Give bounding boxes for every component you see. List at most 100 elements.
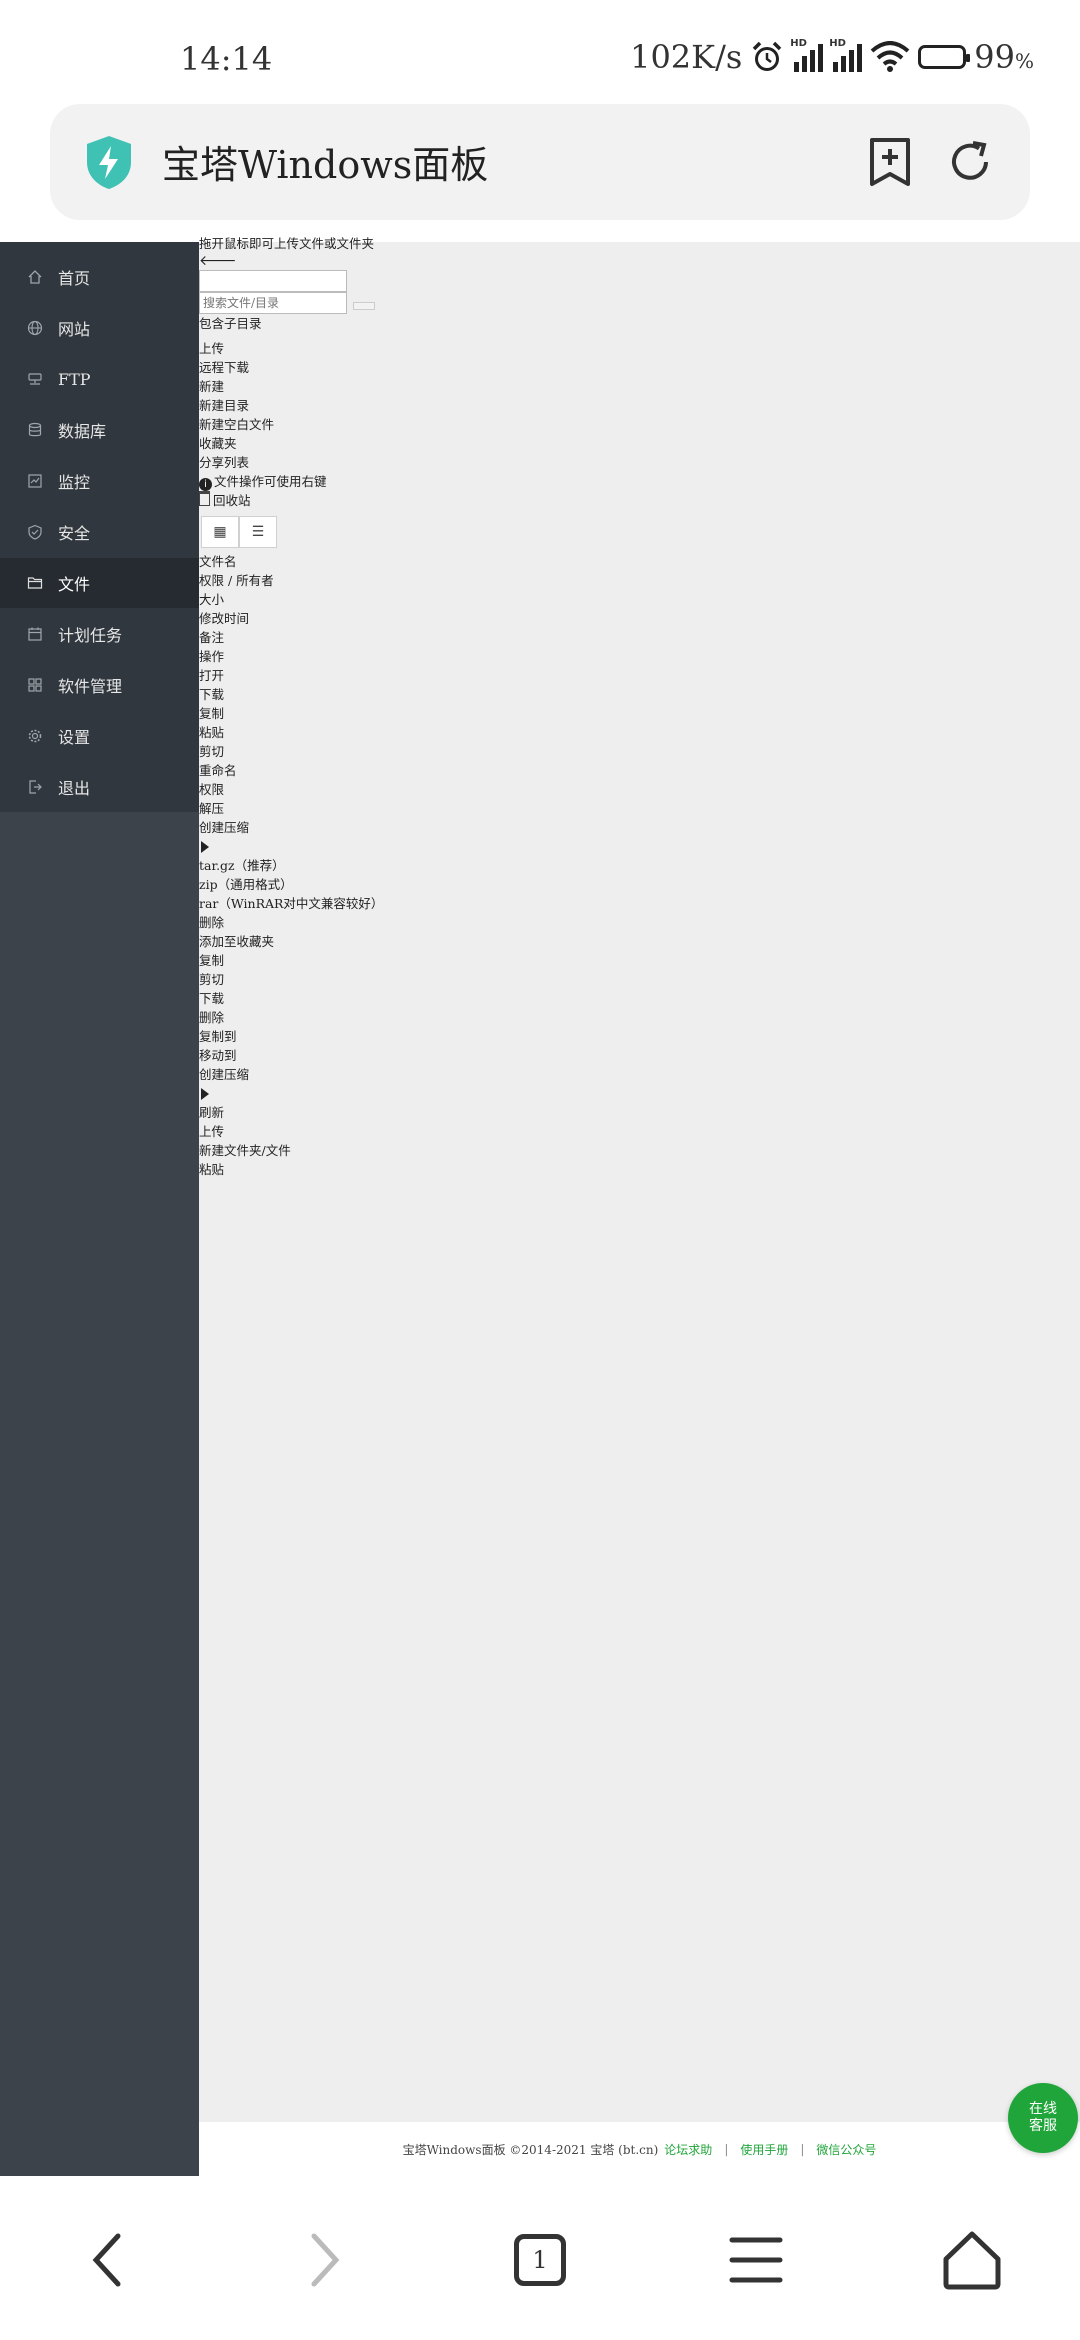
new-dir-item[interactable]: 新建目录 <box>199 396 383 415</box>
home-icon <box>26 268 44 286</box>
manual-link[interactable]: 使用手册 <box>740 2141 788 2158</box>
sidebar-item-database[interactable]: 数据库 <box>0 405 199 455</box>
sidebar-item-monitor[interactable]: 监控 <box>0 456 199 506</box>
sidebar-item-files[interactable]: 文件 <box>0 558 199 608</box>
caret-right-icon[interactable] <box>201 1088 209 1100</box>
menu-item[interactable]: 下载 <box>199 989 383 1008</box>
sidebar: 首页 网站 FTP 数据库 监控 安全 文件 计划任务 软件管理 设置 退出 <box>0 242 199 2176</box>
sidebar-item-settings[interactable]: 设置 <box>0 711 199 761</box>
menu-item[interactable]: 剪切 <box>199 970 383 989</box>
file-manager-unstyled: 拖开鼠标即可上传文件或文件夹 🡐 包含子目录 上传 远程下载 新建 新建目录 新… <box>199 234 383 1179</box>
online-support-button[interactable]: 在线 客服 <box>1008 2083 1078 2153</box>
new-button[interactable]: 新建 <box>199 377 383 396</box>
add-bookmark-icon[interactable] <box>866 136 914 188</box>
menu-item[interactable]: 下载 <box>199 685 383 704</box>
right-click-tip: i 文件操作可使用右键 <box>199 472 383 491</box>
sidebar-menu: 首页 网站 FTP 数据库 监控 安全 文件 计划任务 软件管理 设置 退出 <box>0 242 199 812</box>
menu-item[interactable]: 创建压缩 <box>199 818 383 837</box>
grid-view-icon[interactable]: ▦ <box>201 516 239 548</box>
sidebar-item-home[interactable]: 首页 <box>0 252 199 302</box>
status-bar: 14:14 102K/s HD HD 99% <box>0 0 1080 96</box>
sidebar-item-label: FTP <box>58 369 91 389</box>
grid-icon <box>26 676 44 694</box>
menu-item[interactable]: 复制 <box>199 951 383 970</box>
status-icons: 102K/s HD HD 99% <box>630 38 1034 76</box>
upload-button[interactable]: 上传 <box>199 339 383 358</box>
menu-item[interactable]: 复制到 <box>199 1027 383 1046</box>
forward-icon[interactable] <box>284 2220 364 2300</box>
recycle-bin-button[interactable]: 回收站 <box>199 491 383 510</box>
net-speed: 102K/s <box>630 38 743 76</box>
search-input[interactable] <box>199 292 347 314</box>
trash-icon <box>199 491 210 506</box>
home-icon[interactable] <box>932 2220 1012 2300</box>
tabs-icon[interactable]: 1 <box>500 2220 580 2300</box>
menu-item[interactable]: tar.gz（推荐） <box>199 856 383 875</box>
hd-signal-icon: HD <box>829 38 863 72</box>
sidebar-item-cron[interactable]: 计划任务 <box>0 609 199 659</box>
sidebar-item-security[interactable]: 安全 <box>0 507 199 557</box>
path-input[interactable] <box>199 270 347 292</box>
security-shield-icon <box>87 136 131 189</box>
menu-item[interactable]: 上传 <box>199 1122 383 1141</box>
menu-item[interactable]: 打开 <box>199 666 383 685</box>
sidebar-item-label: 软件管理 <box>58 677 123 696</box>
menu-item[interactable]: zip（通用格式） <box>199 875 383 894</box>
search-button[interactable] <box>353 302 375 310</box>
sidebar-item-label: 退出 <box>58 779 91 798</box>
remote-download-button[interactable]: 远程下载 <box>199 358 383 377</box>
sidebar-item-software[interactable]: 软件管理 <box>0 660 199 710</box>
forum-help-link[interactable]: 论坛求助 <box>664 2141 712 2158</box>
alarm-icon <box>750 40 784 74</box>
column-header[interactable]: 权限 / 所有者 <box>199 571 383 590</box>
menu-item[interactable]: 创建压缩 <box>199 1065 383 1084</box>
sidebar-item-label: 设置 <box>58 728 91 747</box>
back-icon[interactable] <box>68 2220 148 2300</box>
menu-item[interactable]: 解压 <box>199 799 383 818</box>
menu-item[interactable]: 删除 <box>199 913 383 932</box>
menu-item[interactable]: 粘贴 <box>199 1160 383 1179</box>
sidebar-item-logout[interactable]: 退出 <box>0 762 199 812</box>
hd-signal-icon: HD <box>790 38 824 72</box>
calendar-icon <box>26 625 44 643</box>
menu-item[interactable]: 移动到 <box>199 1046 383 1065</box>
column-header[interactable]: 修改时间 <box>199 609 383 628</box>
gear-icon <box>26 727 44 745</box>
copyright-text: 宝塔Windows面板 ©2014-2021 宝塔 (bt.cn) <box>402 2142 659 2157</box>
sidebar-item-label: 网站 <box>58 320 91 339</box>
menu-icon[interactable] <box>716 2220 796 2300</box>
ftp-icon <box>26 370 44 388</box>
address-bar[interactable]: 宝塔Windows面板 <box>50 104 1030 220</box>
footer-separator: | <box>724 2142 729 2156</box>
caret-right-icon[interactable] <box>201 841 209 853</box>
sidebar-item-ftp[interactable]: FTP <box>0 354 199 404</box>
sidebar-item-website[interactable]: 网站 <box>0 303 199 353</box>
favorites-button[interactable]: 收藏夹 <box>199 434 383 453</box>
menu-item[interactable]: 权限 <box>199 780 383 799</box>
share-list-button[interactable]: 分享列表 <box>199 453 383 472</box>
menu-item[interactable]: 剪切 <box>199 742 383 761</box>
menu-item[interactable]: 删除 <box>199 1008 383 1027</box>
shield-icon <box>26 523 44 541</box>
refresh-icon[interactable] <box>946 138 994 186</box>
menu-item[interactable]: 添加至收藏夹 <box>199 932 383 951</box>
list-view-icon[interactable]: ☰ <box>239 516 277 548</box>
menu-item[interactable]: 粘贴 <box>199 723 383 742</box>
include-subdir-checkbox[interactable]: 包含子目录 <box>199 314 383 333</box>
new-blank-file-item[interactable]: 新建空白文件 <box>199 415 383 434</box>
chat-label: 在线 客服 <box>1029 2101 1057 2134</box>
wifi-icon <box>870 41 910 73</box>
column-header[interactable]: 大小 <box>199 590 383 609</box>
menu-item[interactable]: 复制 <box>199 704 383 723</box>
wechat-link[interactable]: 微信公众号 <box>816 2141 876 2158</box>
menu-item[interactable]: 新建文件夹/文件 <box>199 1141 383 1160</box>
battery-icon <box>918 45 971 69</box>
battery-percent: 99% <box>974 38 1034 76</box>
back-arrow-icon[interactable]: 🡐 <box>199 253 383 270</box>
menu-item[interactable]: rar（WinRAR对中文兼容较好） <box>199 894 383 913</box>
monitor-icon <box>26 472 44 490</box>
column-header[interactable]: 文件名 <box>199 552 383 571</box>
menu-item[interactable]: 重命名 <box>199 761 383 780</box>
browser-toolbar: 宝塔Windows面板 <box>0 96 1080 242</box>
menu-item[interactable]: 刷新 <box>199 1103 383 1122</box>
